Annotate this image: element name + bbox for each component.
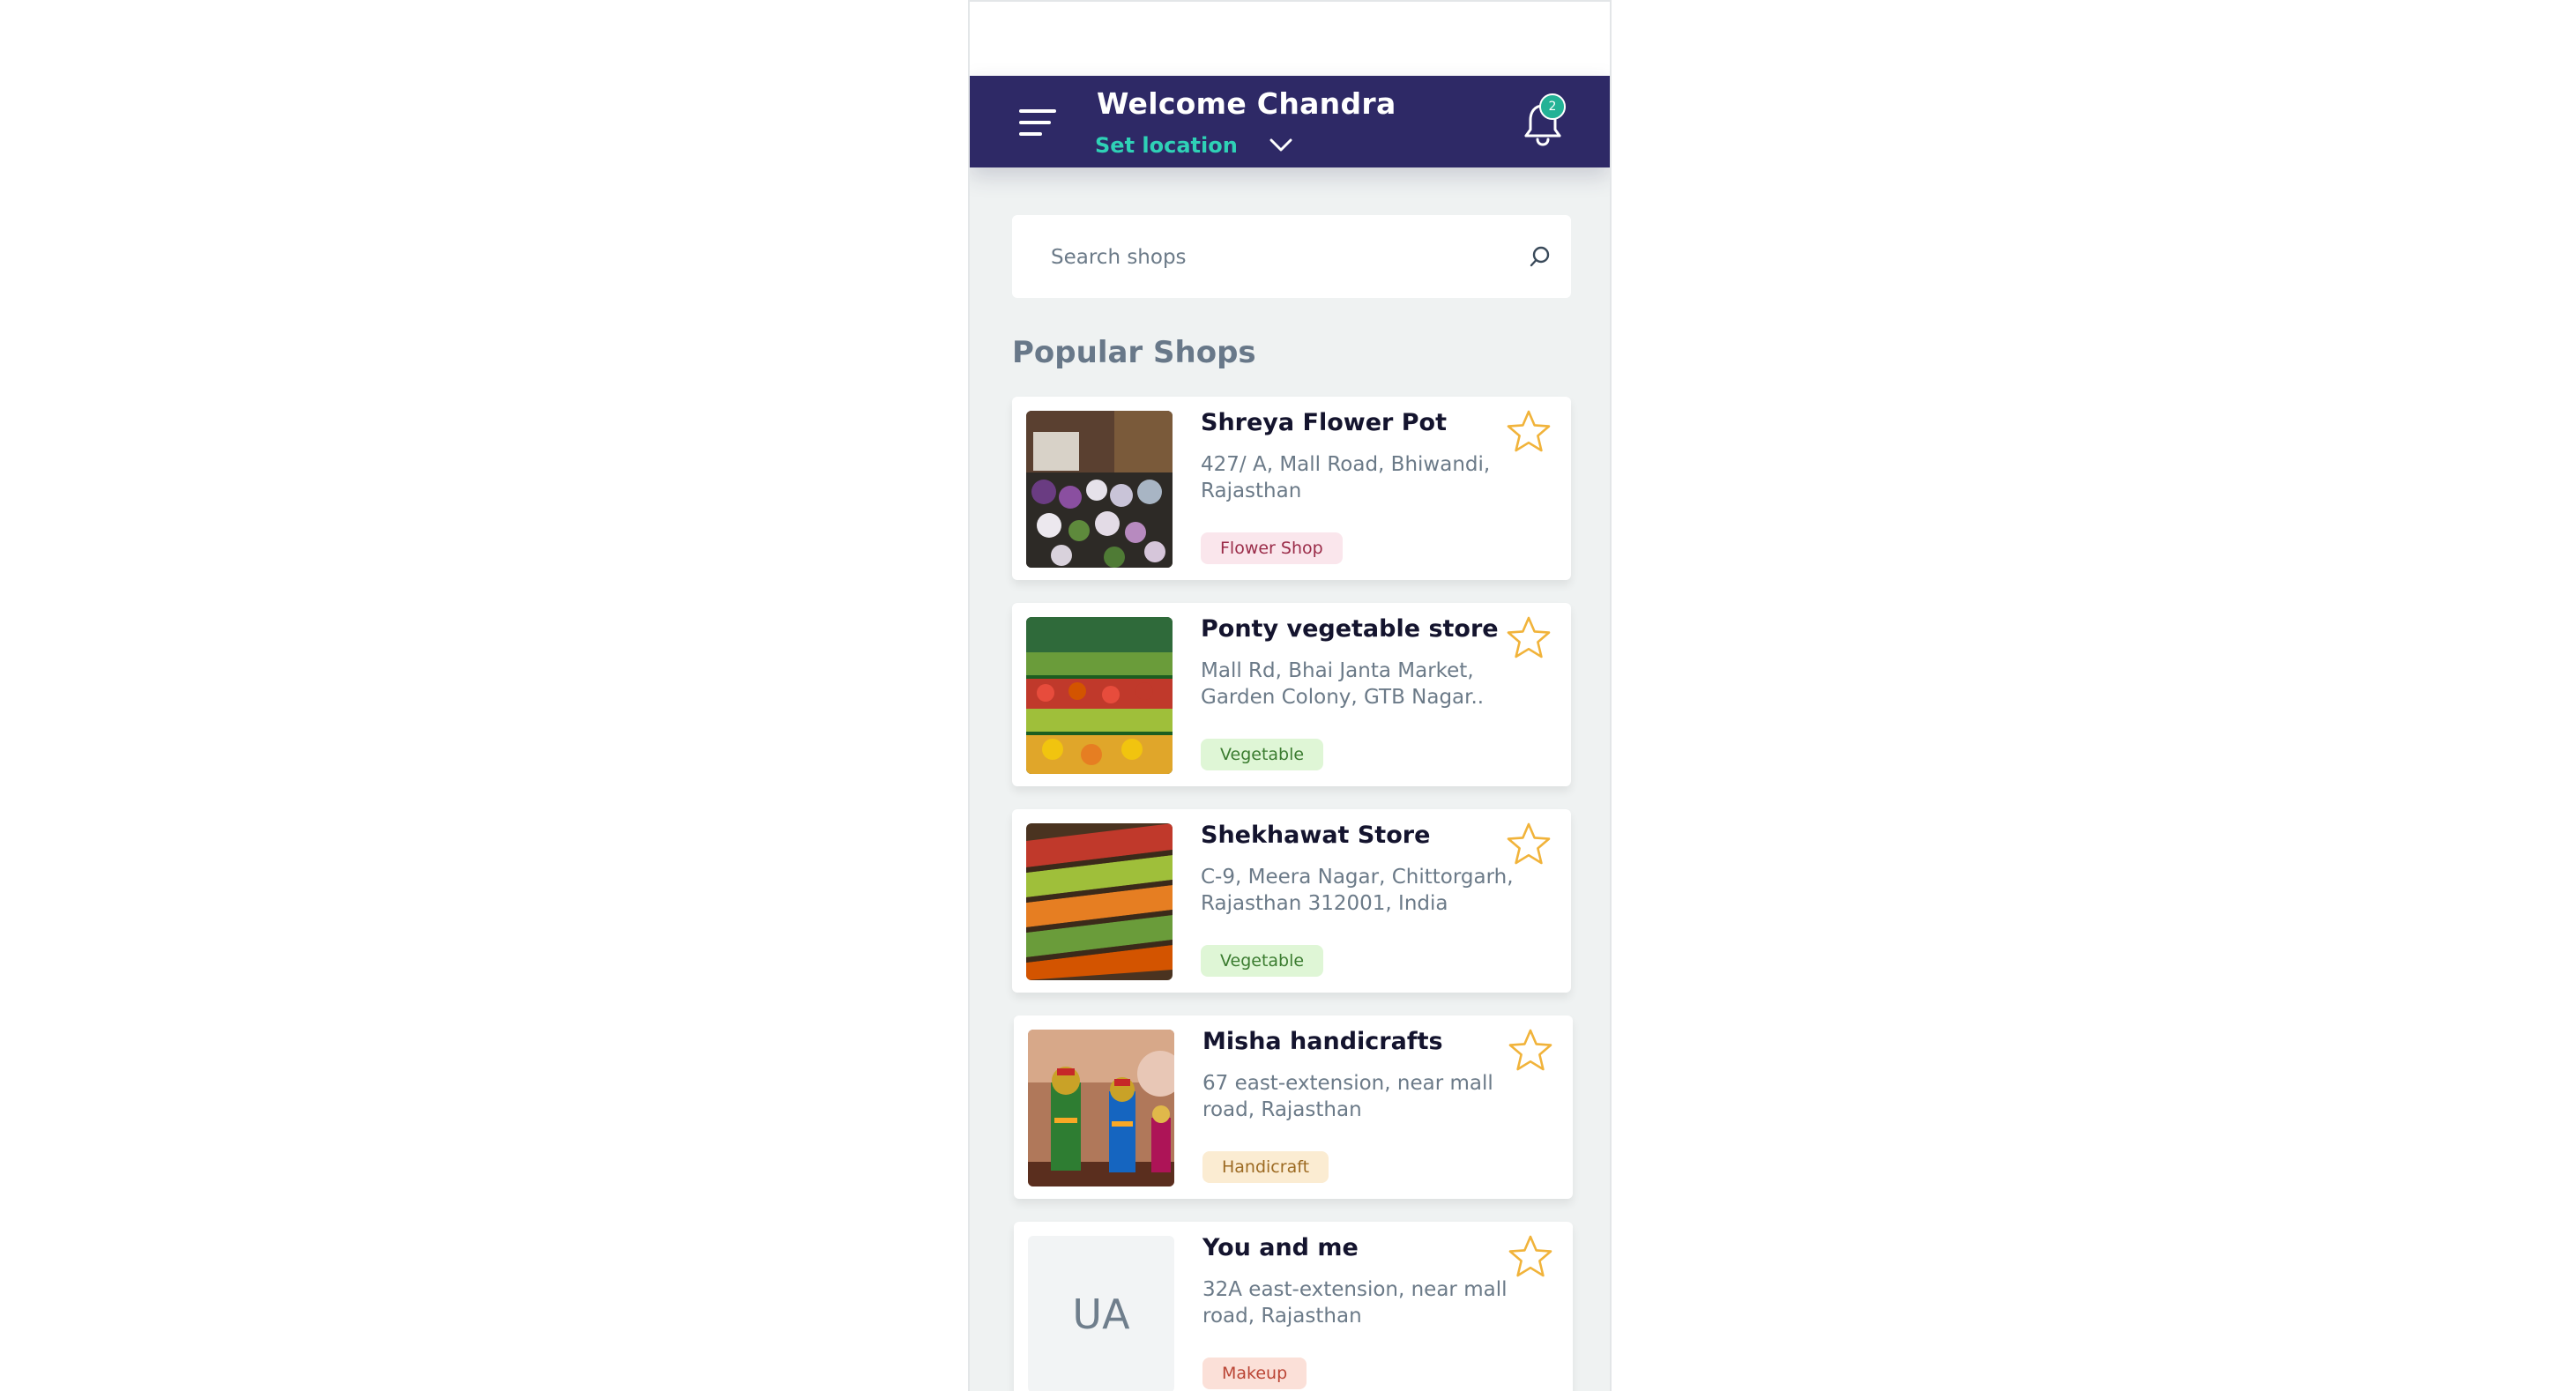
star-outline-icon[interactable]	[1506, 409, 1552, 455]
shop-name: Shreya Flower Pot	[1201, 409, 1447, 436]
shop-name: Shekhawat Store	[1201, 822, 1431, 849]
popular-shops-heading: Popular Shops	[1012, 335, 1256, 370]
star-outline-icon[interactable]	[1508, 1028, 1553, 1074]
notification-badge: 2	[1539, 93, 1566, 120]
star-outline-icon[interactable]	[1506, 822, 1552, 867]
shop-address: 427/ A, Mall Road, Bhiwandi, Rajasthan	[1201, 453, 1491, 502]
shop-name: You and me	[1202, 1234, 1359, 1261]
set-location-label: Set location	[1095, 133, 1238, 158]
shop-category-tag: Handicraft	[1202, 1151, 1329, 1183]
shop-category-tag: Flower Shop	[1201, 532, 1343, 564]
hamburger-menu-icon[interactable]	[1019, 108, 1056, 138]
star-outline-icon[interactable]	[1506, 615, 1552, 661]
search-box	[1012, 215, 1571, 298]
search-input[interactable]	[1049, 234, 1511, 280]
shop-address: Mall Rd, Bhai Janta Market, Garden Colon…	[1201, 659, 1485, 709]
chevron-down-icon	[1269, 138, 1292, 152]
app-header: Welcome Chandra Set location 2	[970, 76, 1610, 167]
shop-category-tag: Vegetable	[1201, 945, 1324, 977]
shop-card[interactable]: Misha handicrafts 67 east-extension, nea…	[1014, 1015, 1573, 1199]
search-icon[interactable]	[1529, 245, 1552, 268]
shop-address: C-9, Meera Nagar, Chittorgarh, Rajasthan…	[1201, 866, 1514, 915]
shop-initials-placeholder: UA	[1028, 1236, 1174, 1391]
star-outline-icon[interactable]	[1508, 1234, 1553, 1280]
shop-card[interactable]: Shreya Flower Pot 427/ A, Mall Road, Bhi…	[1012, 397, 1571, 580]
shop-category-tag: Makeup	[1202, 1358, 1307, 1389]
set-location-button[interactable]: Set location	[1095, 130, 1292, 160]
shop-name: Ponty vegetable store	[1201, 615, 1499, 643]
shop-card[interactable]: Ponty vegetable store Mall Rd, Bhai Jant…	[1012, 603, 1571, 786]
shop-address: 32A east-extension, near mall road, Raja…	[1202, 1278, 1508, 1328]
shop-image	[1026, 617, 1173, 774]
phone-screen: Welcome Chandra Set location 2 Popular S…	[968, 0, 1612, 1391]
shop-card[interactable]: UA You and me 32A east-extension, near m…	[1014, 1222, 1573, 1391]
shop-category-tag: Vegetable	[1201, 739, 1324, 770]
shop-name: Misha handicrafts	[1202, 1028, 1443, 1055]
shop-address: 67 east-extension, near mall road, Rajas…	[1202, 1072, 1493, 1121]
shop-image	[1028, 1030, 1174, 1186]
shop-image	[1026, 411, 1173, 568]
welcome-title: Welcome Chandra	[1097, 86, 1396, 121]
status-bar-area	[970, 0, 1610, 76]
shop-image	[1026, 823, 1173, 980]
shop-card[interactable]: Shekhawat Store C-9, Meera Nagar, Chitto…	[1012, 809, 1571, 993]
